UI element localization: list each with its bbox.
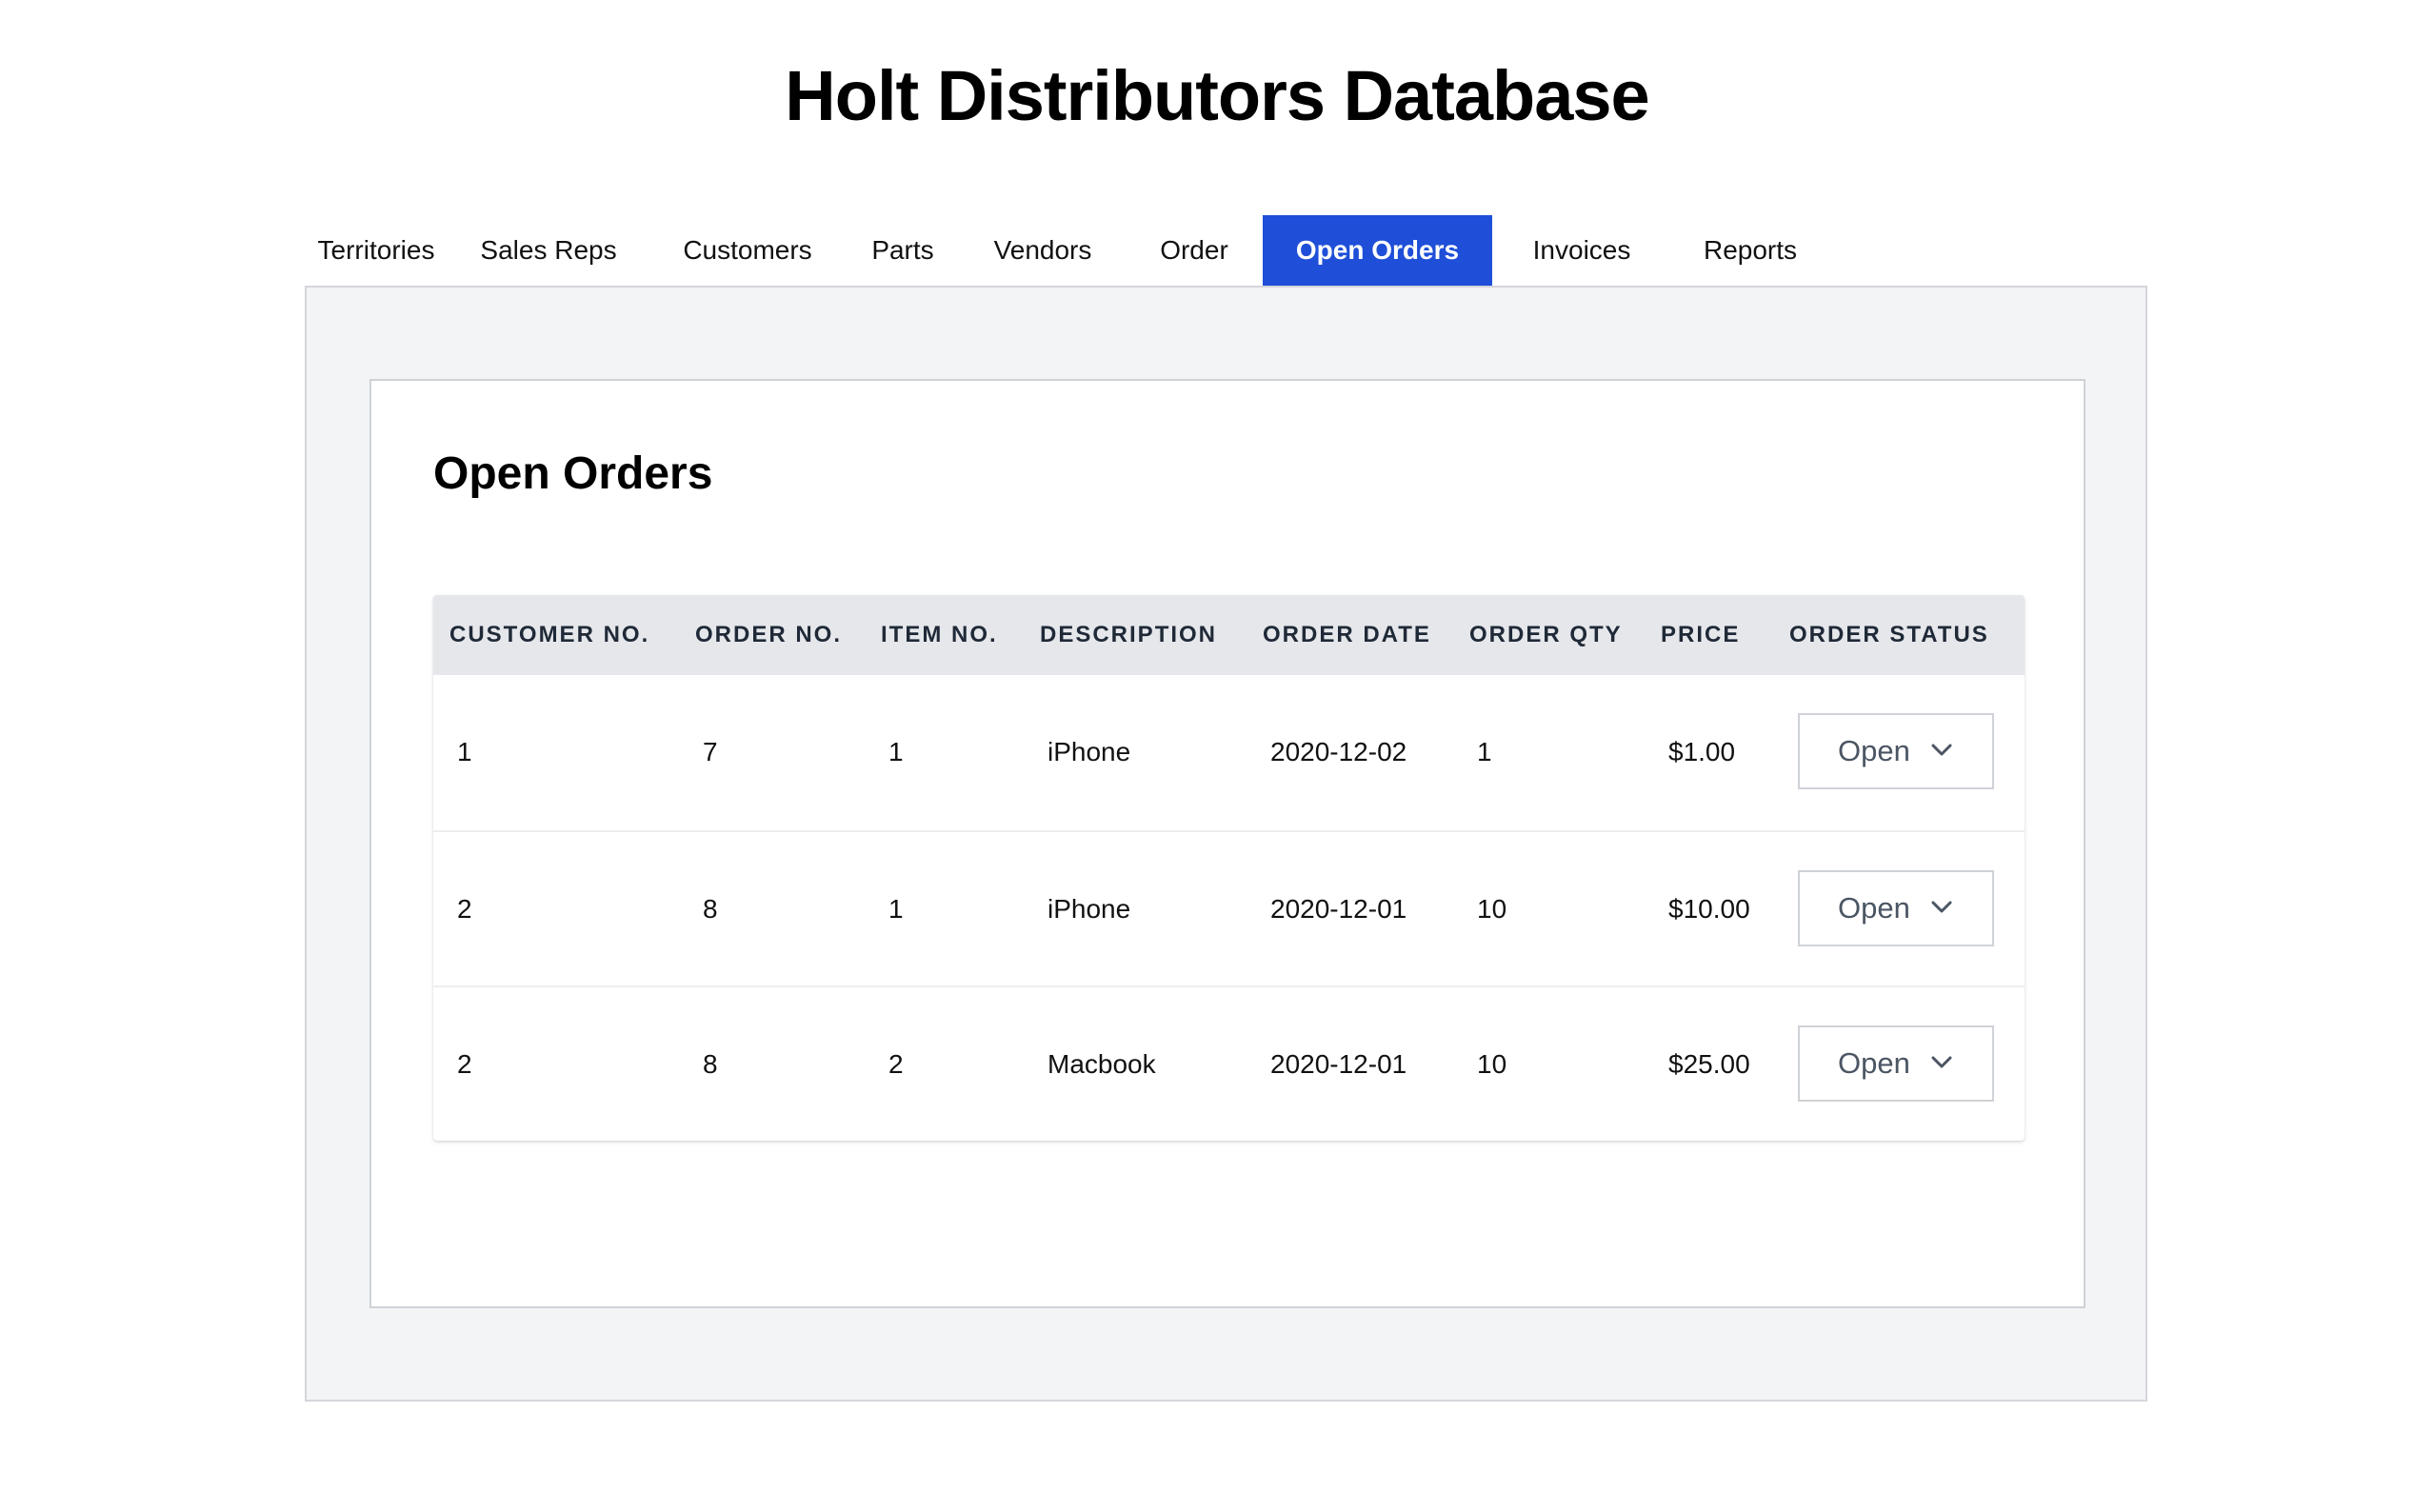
section-title: Open Orders [433, 448, 713, 499]
cell-customer-no: 2 [457, 894, 472, 924]
column-header-order-status: ORDER STATUS [1789, 622, 1989, 647]
open-orders-table: CUSTOMER NO. ORDER NO. ITEM NO. DESCRIPT… [433, 595, 2025, 1141]
tab-open-orders[interactable]: Open Orders [1263, 215, 1492, 286]
order-status-value: Open [1838, 891, 1910, 925]
cell-item-no: 2 [888, 1049, 904, 1079]
order-status-select[interactable]: Open [1798, 713, 1994, 789]
column-header-item-no: ITEM NO. [881, 622, 998, 647]
cell-order-date: 2020-12-02 [1270, 737, 1407, 766]
column-header-description: DESCRIPTION [1040, 622, 1218, 647]
cell-order-no: 8 [703, 894, 718, 924]
cell-price: $1.00 [1668, 737, 1736, 766]
page: Holt Distributors Database Territories S… [0, 0, 2434, 1512]
chevron-down-icon [1931, 901, 1952, 913]
table-header: CUSTOMER NO. ORDER NO. ITEM NO. DESCRIPT… [433, 595, 2025, 675]
tab-sales-reps[interactable]: Sales Reps [448, 215, 649, 286]
chevron-down-icon [1931, 744, 1952, 756]
cell-item-no: 1 [888, 894, 904, 924]
cell-price: $25.00 [1668, 1049, 1750, 1079]
cell-item-no: 1 [888, 737, 904, 766]
table-row: 2 8 2 Macbook 2020-12-01 10 $25.00 Open [433, 985, 2025, 1141]
chevron-down-icon [1931, 1056, 1952, 1068]
table-row: 1 7 1 iPhone 2020-12-02 1 $1.00 Open [433, 675, 2025, 830]
cell-order-qty: 1 [1477, 737, 1492, 766]
order-status-value: Open [1838, 1046, 1910, 1080]
table-row: 2 8 1 iPhone 2020-12-01 10 $10.00 Open [433, 830, 2025, 985]
column-header-order-qty: ORDER QTY [1469, 622, 1623, 647]
column-header-customer-no: CUSTOMER NO. [449, 622, 650, 647]
app-title: Holt Distributors Database [785, 56, 1649, 135]
cell-order-qty: 10 [1477, 894, 1507, 924]
column-header-price: PRICE [1661, 622, 1741, 647]
cell-description: Macbook [1047, 1049, 1156, 1079]
cell-description: iPhone [1047, 894, 1131, 924]
cell-order-date: 2020-12-01 [1270, 1049, 1407, 1079]
tab-territories[interactable]: Territories [305, 215, 448, 286]
open-orders-card: Open Orders CUSTOMER NO. ORDER NO. ITEM … [369, 379, 2085, 1308]
tab-reports[interactable]: Reports [1671, 215, 1829, 286]
order-status-select[interactable]: Open [1798, 1025, 1994, 1102]
column-header-order-date: ORDER DATE [1263, 622, 1431, 647]
tab-invoices[interactable]: Invoices [1492, 215, 1671, 286]
table-body: 1 7 1 iPhone 2020-12-02 1 $1.00 Open 2 8… [433, 675, 2025, 1141]
tab-customers[interactable]: Customers [649, 215, 846, 286]
tab-vendors[interactable]: Vendors [960, 215, 1126, 286]
cell-order-qty: 10 [1477, 1049, 1507, 1079]
tab-order[interactable]: Order [1126, 215, 1263, 286]
order-status-value: Open [1838, 734, 1910, 767]
cell-customer-no: 2 [457, 1049, 472, 1079]
cell-order-no: 8 [703, 1049, 718, 1079]
cell-price: $10.00 [1668, 894, 1750, 924]
cell-order-date: 2020-12-01 [1270, 894, 1407, 924]
main-tabs: Territories Sales Reps Customers Parts V… [305, 215, 1829, 286]
column-header-order-no: ORDER NO. [695, 622, 843, 647]
cell-customer-no: 1 [457, 737, 472, 766]
tab-content-panel: Open Orders CUSTOMER NO. ORDER NO. ITEM … [305, 286, 2147, 1402]
cell-order-no: 7 [703, 737, 718, 766]
cell-description: iPhone [1047, 737, 1131, 766]
order-status-select[interactable]: Open [1798, 870, 1994, 946]
tab-parts[interactable]: Parts [846, 215, 960, 286]
